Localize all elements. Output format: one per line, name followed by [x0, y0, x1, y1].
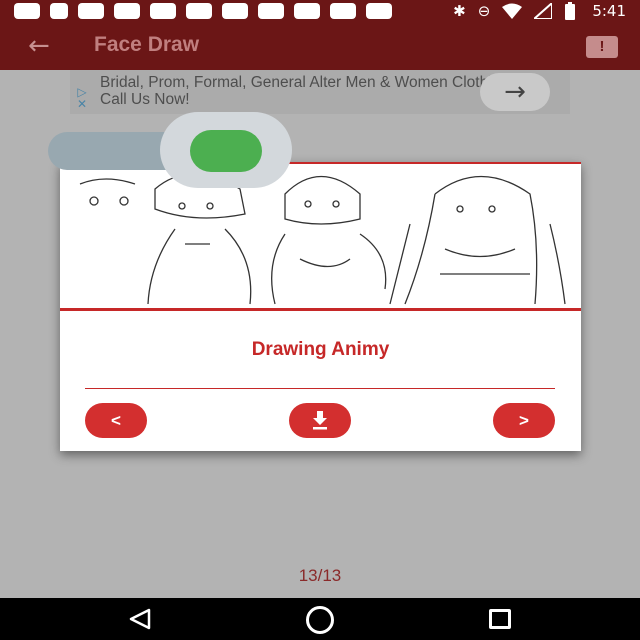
system-icons: ✱ ⊖ 5:41 [453, 2, 626, 20]
battery-icon [565, 2, 576, 20]
nav-recents-icon[interactable] [489, 609, 511, 629]
signal-icon [534, 3, 553, 19]
page-counter: 13/13 [298, 566, 342, 585]
image-bottom-border [60, 308, 581, 311]
voicemail-icon [222, 3, 248, 19]
status-bar: ✱ ⊖ 5:41 [0, 0, 640, 22]
chat-icon [14, 3, 40, 19]
bluetooth-icon: ✱ [453, 2, 466, 20]
ad-arrow-button[interactable]: → [480, 73, 550, 111]
app-title: Face Draw [94, 33, 200, 56]
app-bar: ← Face Draw ! [0, 22, 640, 70]
voicemail-icon [366, 3, 392, 19]
facebook-icon [50, 3, 68, 19]
navigation-bar [0, 598, 640, 640]
notification-icons [14, 3, 392, 19]
image-dialog: Drawing Animy < > [60, 162, 581, 451]
toggle-switch[interactable] [190, 130, 262, 172]
anime-sketch-image [60, 164, 581, 310]
nav-home-icon[interactable] [306, 606, 334, 634]
voicemail-icon [114, 3, 140, 19]
voicemail-icon [78, 3, 104, 19]
voicemail-icon [258, 3, 284, 19]
ad-text: Bridal, Prom, Formal, General Alter Men … [100, 74, 514, 108]
previous-button[interactable]: < [85, 403, 147, 438]
arrow-back-icon[interactable]: ← [28, 31, 58, 61]
download-icon [313, 411, 327, 430]
voicemail-icon [186, 3, 212, 19]
report-icon[interactable]: ! [586, 36, 618, 58]
drawing-title: Drawing Animy [251, 339, 390, 360]
wifi-icon [502, 3, 523, 19]
voicemail-icon [150, 3, 176, 19]
dialog-divider [85, 388, 555, 389]
do-not-disturb-icon: ⊖ [477, 2, 491, 20]
download-button[interactable] [289, 403, 351, 438]
adchoices-icon[interactable]: ▷ ✕ [72, 86, 92, 112]
voicemail-icon [330, 3, 356, 19]
next-button[interactable]: > [493, 403, 555, 438]
voicemail-icon [294, 3, 320, 19]
ad-banner[interactable]: ▷ ✕ Bridal, Prom, Formal, General Alter M… [70, 70, 570, 114]
clock-time: 5:41 [592, 2, 626, 20]
nav-back-icon[interactable] [128, 608, 152, 630]
